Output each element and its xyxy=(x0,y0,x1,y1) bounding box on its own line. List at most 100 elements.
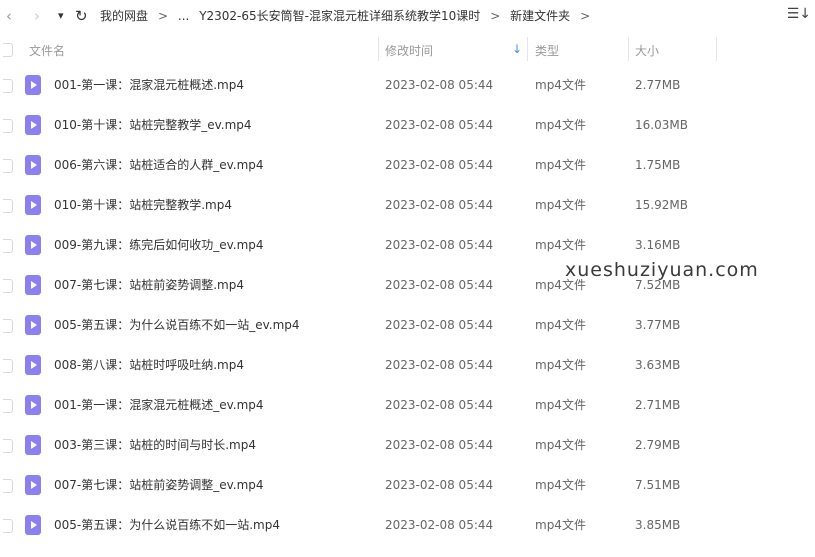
watermark-text: xueshuziyuan.com xyxy=(565,259,759,281)
file-list: 001-第一课：混家混元桩概述.mp4 2023-02-08 05:44 mp4… xyxy=(0,65,815,545)
file-type: mp4文件 xyxy=(535,158,586,172)
row-checkbox[interactable] xyxy=(3,119,13,133)
back-icon[interactable]: ‹ xyxy=(6,6,12,26)
file-type: mp4文件 xyxy=(535,238,586,252)
breadcrumb-separator: > xyxy=(490,9,501,23)
video-file-icon xyxy=(25,235,41,255)
file-modified-time: 2023-02-08 05:44 xyxy=(385,358,494,372)
file-type: mp4文件 xyxy=(535,518,586,532)
file-modified-time: 2023-02-08 05:44 xyxy=(385,398,494,412)
select-all-checkbox[interactable] xyxy=(3,43,13,57)
row-checkbox[interactable] xyxy=(3,79,13,93)
video-file-icon xyxy=(25,475,41,495)
file-type: mp4文件 xyxy=(535,438,586,452)
row-checkbox[interactable] xyxy=(3,439,13,453)
file-row[interactable]: 005-第五课：为什么说百练不如一站.mp4 2023-02-08 05:44 … xyxy=(0,505,815,545)
row-checkbox[interactable] xyxy=(3,359,13,373)
file-type: mp4文件 xyxy=(535,198,586,212)
column-divider[interactable] xyxy=(716,37,717,61)
sort-menu-icon[interactable]: ☰↓ xyxy=(787,6,811,22)
row-checkbox[interactable] xyxy=(3,199,13,213)
file-name[interactable]: 001-第一课：混家混元桩概述_ev.mp4 xyxy=(54,397,264,413)
toolbar: ‹ › ▾ ↻ 我的网盘 > ... Y2302-65长安筒智-混家混元桩详细系统… xyxy=(0,0,815,32)
file-size: 15.92MB xyxy=(635,198,688,212)
file-name[interactable]: 007-第七课：站桩前姿势调整.mp4 xyxy=(54,277,244,293)
file-name[interactable]: 008-第八课：站桩时呼吸吐纳.mp4 xyxy=(54,357,244,373)
file-size: 2.79MB xyxy=(635,438,681,452)
file-row[interactable]: 010-第十课：站桩完整教学.mp4 2023-02-08 05:44 mp4文… xyxy=(0,185,815,225)
file-row[interactable]: 006-第六课：站桩适合的人群_ev.mp4 2023-02-08 05:44 … xyxy=(0,145,815,185)
file-size: 16.03MB xyxy=(635,118,688,132)
row-checkbox[interactable] xyxy=(3,399,13,413)
file-type: mp4文件 xyxy=(535,78,586,92)
breadcrumb-item-my-drive[interactable]: 我的网盘 xyxy=(100,9,148,23)
video-file-icon xyxy=(25,435,41,455)
file-modified-time: 2023-02-08 05:44 xyxy=(385,478,494,492)
column-header-modified-time[interactable]: 修改时间 xyxy=(385,42,433,59)
file-row[interactable]: 005-第五课：为什么说百练不如一站_ev.mp4 2023-02-08 05:… xyxy=(0,305,815,345)
file-modified-time: 2023-02-08 05:44 xyxy=(385,198,494,212)
file-row[interactable]: 003-第三课：站桩的时间与时长.mp4 2023-02-08 05:44 mp… xyxy=(0,425,815,465)
column-divider[interactable] xyxy=(378,37,379,61)
row-checkbox[interactable] xyxy=(3,519,13,533)
file-row[interactable]: 007-第七课：站桩前姿势调整_ev.mp4 2023-02-08 05:44 … xyxy=(0,465,815,505)
file-modified-time: 2023-02-08 05:44 xyxy=(385,118,494,132)
breadcrumb-item-new-folder[interactable]: 新建文件夹 xyxy=(510,9,570,23)
file-type: mp4文件 xyxy=(535,478,586,492)
file-name[interactable]: 007-第七课：站桩前姿势调整_ev.mp4 xyxy=(54,477,264,493)
file-type: mp4文件 xyxy=(535,318,586,332)
file-name[interactable]: 006-第六课：站桩适合的人群_ev.mp4 xyxy=(54,157,264,173)
file-name[interactable]: 005-第五课：为什么说百练不如一站.mp4 xyxy=(54,517,280,533)
column-header-name[interactable]: 文件名 xyxy=(29,42,65,59)
file-modified-time: 2023-02-08 05:44 xyxy=(385,158,494,172)
video-file-icon xyxy=(25,355,41,375)
column-divider[interactable] xyxy=(527,37,528,61)
video-file-icon xyxy=(25,315,41,335)
row-checkbox[interactable] xyxy=(3,319,13,333)
file-size: 2.77MB xyxy=(635,78,681,92)
file-size: 3.63MB xyxy=(635,358,681,372)
file-name[interactable]: 010-第十课：站桩完整教学.mp4 xyxy=(54,197,232,213)
row-checkbox[interactable] xyxy=(3,159,13,173)
column-divider[interactable] xyxy=(628,37,629,61)
file-name[interactable]: 010-第十课：站桩完整教学_ev.mp4 xyxy=(54,117,252,133)
file-size: 1.75MB xyxy=(635,158,681,172)
breadcrumb-separator: > xyxy=(158,9,169,23)
file-name[interactable]: 009-第九课：练完后如何收功_ev.mp4 xyxy=(54,237,264,253)
file-size: 7.51MB xyxy=(635,478,681,492)
file-row[interactable]: 001-第一课：混家混元桩概述_ev.mp4 2023-02-08 05:44 … xyxy=(0,385,815,425)
file-row[interactable]: 010-第十课：站桩完整教学_ev.mp4 2023-02-08 05:44 m… xyxy=(0,105,815,145)
file-row[interactable]: 001-第一课：混家混元桩概述.mp4 2023-02-08 05:44 mp4… xyxy=(0,65,815,105)
sort-arrow-icon[interactable]: ↓ xyxy=(512,42,522,56)
video-file-icon xyxy=(25,395,41,415)
file-size: 3.16MB xyxy=(635,238,681,252)
history-dropdown-icon[interactable]: ▾ xyxy=(58,6,64,26)
video-file-icon xyxy=(25,515,41,535)
file-list-header: 文件名 修改时间 ↓ 类型 大小 xyxy=(0,33,815,65)
column-header-type[interactable]: 类型 xyxy=(535,42,559,59)
file-name[interactable]: 003-第三课：站桩的时间与时长.mp4 xyxy=(54,437,256,453)
file-size: 2.71MB xyxy=(635,398,681,412)
file-modified-time: 2023-02-08 05:44 xyxy=(385,438,494,452)
video-file-icon xyxy=(25,275,41,295)
row-checkbox[interactable] xyxy=(3,239,13,253)
breadcrumb-item-ellipsis[interactable]: ... xyxy=(178,9,189,23)
file-modified-time: 2023-02-08 05:44 xyxy=(385,318,494,332)
column-header-size[interactable]: 大小 xyxy=(635,42,659,59)
file-name[interactable]: 001-第一课：混家混元桩概述.mp4 xyxy=(54,77,244,93)
file-type: mp4文件 xyxy=(535,398,586,412)
file-size: 3.77MB xyxy=(635,318,681,332)
file-row[interactable]: 008-第八课：站桩时呼吸吐纳.mp4 2023-02-08 05:44 mp4… xyxy=(0,345,815,385)
refresh-icon[interactable]: ↻ xyxy=(75,6,88,26)
file-modified-time: 2023-02-08 05:44 xyxy=(385,518,494,532)
breadcrumb-item-course-folder[interactable]: Y2302-65长安筒智-混家混元桩详细系统教学10课时 xyxy=(199,9,480,23)
video-file-icon xyxy=(25,155,41,175)
video-file-icon xyxy=(25,75,41,95)
forward-icon[interactable]: › xyxy=(34,6,40,26)
breadcrumb: 我的网盘 > ... Y2302-65长安筒智-混家混元桩详细系统教学10课时 > … xyxy=(100,7,596,25)
row-checkbox[interactable] xyxy=(3,479,13,493)
file-name[interactable]: 005-第五课：为什么说百练不如一站_ev.mp4 xyxy=(54,317,300,333)
file-type: mp4文件 xyxy=(535,358,586,372)
video-file-icon xyxy=(25,195,41,215)
row-checkbox[interactable] xyxy=(3,279,13,293)
